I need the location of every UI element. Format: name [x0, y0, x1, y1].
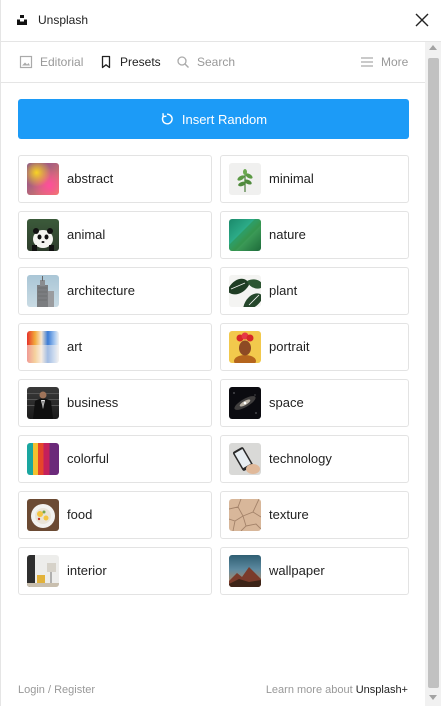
preset-interior[interactable]: interior — [18, 547, 212, 595]
preset-label: animal — [67, 227, 106, 242]
preset-thumbnail — [27, 443, 59, 475]
close-icon[interactable] — [415, 13, 429, 27]
preset-space[interactable]: space — [220, 379, 409, 427]
preset-label: minimal — [269, 171, 314, 186]
preset-label: art — [67, 339, 83, 354]
preset-abstract[interactable]: abstract — [18, 155, 212, 203]
scroll-down-arrow-icon[interactable] — [429, 695, 437, 700]
preset-label: abstract — [67, 171, 114, 186]
tab-more-label: More — [381, 55, 409, 69]
window-title: Unsplash — [38, 13, 89, 27]
login-register-link[interactable]: Login / Register — [18, 684, 95, 696]
scrollbar[interactable] — [425, 42, 441, 706]
preset-thumbnail — [229, 163, 261, 195]
preset-label: plant — [269, 283, 298, 298]
plugin-window: Unsplash Editorial Presets Search More I… — [0, 0, 441, 706]
preset-thumbnail — [229, 555, 261, 587]
preset-colorful[interactable]: colorful — [18, 435, 212, 483]
preset-architecture[interactable]: architecture — [18, 267, 212, 315]
preset-thumbnail — [229, 499, 261, 531]
preset-food[interactable]: food — [18, 491, 212, 539]
preset-thumbnail — [229, 331, 261, 363]
preset-thumbnail — [229, 219, 261, 251]
tab-search-label: Search — [197, 55, 236, 69]
preset-portrait[interactable]: portrait — [220, 323, 409, 371]
preset-thumbnail — [27, 499, 59, 531]
preset-plant[interactable]: plant — [220, 267, 409, 315]
preset-label: interior — [67, 563, 107, 578]
preset-thumbnail — [229, 443, 261, 475]
preset-label: technology — [269, 451, 332, 466]
preset-label: space — [269, 395, 304, 410]
preset-label: texture — [269, 507, 309, 522]
preset-minimal[interactable]: minimal — [220, 155, 409, 203]
preset-thumbnail — [229, 387, 261, 419]
title-bar: Unsplash — [1, 0, 441, 42]
image-icon — [19, 55, 33, 69]
insert-random-button[interactable]: Insert Random — [18, 99, 409, 139]
tab-more[interactable]: More — [360, 42, 408, 82]
preset-nature[interactable]: nature — [220, 211, 409, 259]
preset-texture[interactable]: texture — [220, 491, 409, 539]
tab-presets-label: Presets — [120, 55, 161, 69]
tab-presets[interactable]: Presets — [99, 42, 161, 82]
preset-thumbnail — [27, 219, 59, 251]
preset-label: wallpaper — [269, 563, 325, 578]
tab-bar: Editorial Presets Search More — [1, 42, 425, 83]
preset-label: business — [67, 395, 119, 410]
learn-more-text: Learn more about Unsplash+ — [266, 684, 408, 696]
bookmark-icon — [101, 55, 111, 69]
learn-more-label: Learn more about — [265, 684, 356, 696]
preset-business[interactable]: business — [18, 379, 212, 427]
preset-label: portrait — [269, 339, 310, 354]
unsplash-plus-link[interactable]: Unsplash+ — [356, 684, 408, 696]
preset-thumbnail — [27, 555, 59, 587]
preset-label: colorful — [67, 451, 109, 466]
unsplash-logo-icon — [17, 15, 27, 25]
preset-thumbnail — [229, 275, 261, 307]
preset-thumbnail — [27, 163, 59, 195]
preset-label: architecture — [67, 283, 135, 298]
scroll-up-arrow-icon[interactable] — [429, 45, 437, 50]
menu-icon — [361, 57, 373, 67]
refresh-icon — [161, 113, 173, 125]
preset-wallpaper[interactable]: wallpaper — [220, 547, 409, 595]
preset-label: nature — [269, 227, 306, 242]
tab-search[interactable]: Search — [176, 42, 235, 82]
preset-art[interactable]: art — [18, 323, 212, 371]
preset-thumbnail — [27, 387, 59, 419]
preset-technology[interactable]: technology — [220, 435, 409, 483]
preset-animal[interactable]: animal — [18, 211, 212, 259]
scrollbar-thumb[interactable] — [428, 58, 439, 688]
search-icon — [177, 56, 189, 68]
preset-thumbnail — [27, 275, 59, 307]
preset-label: food — [67, 507, 93, 522]
tab-editorial[interactable]: Editorial — [19, 42, 83, 82]
preset-thumbnail — [27, 331, 59, 363]
insert-random-label: Insert Random — [181, 111, 268, 127]
tab-editorial-label: Editorial — [40, 55, 84, 69]
